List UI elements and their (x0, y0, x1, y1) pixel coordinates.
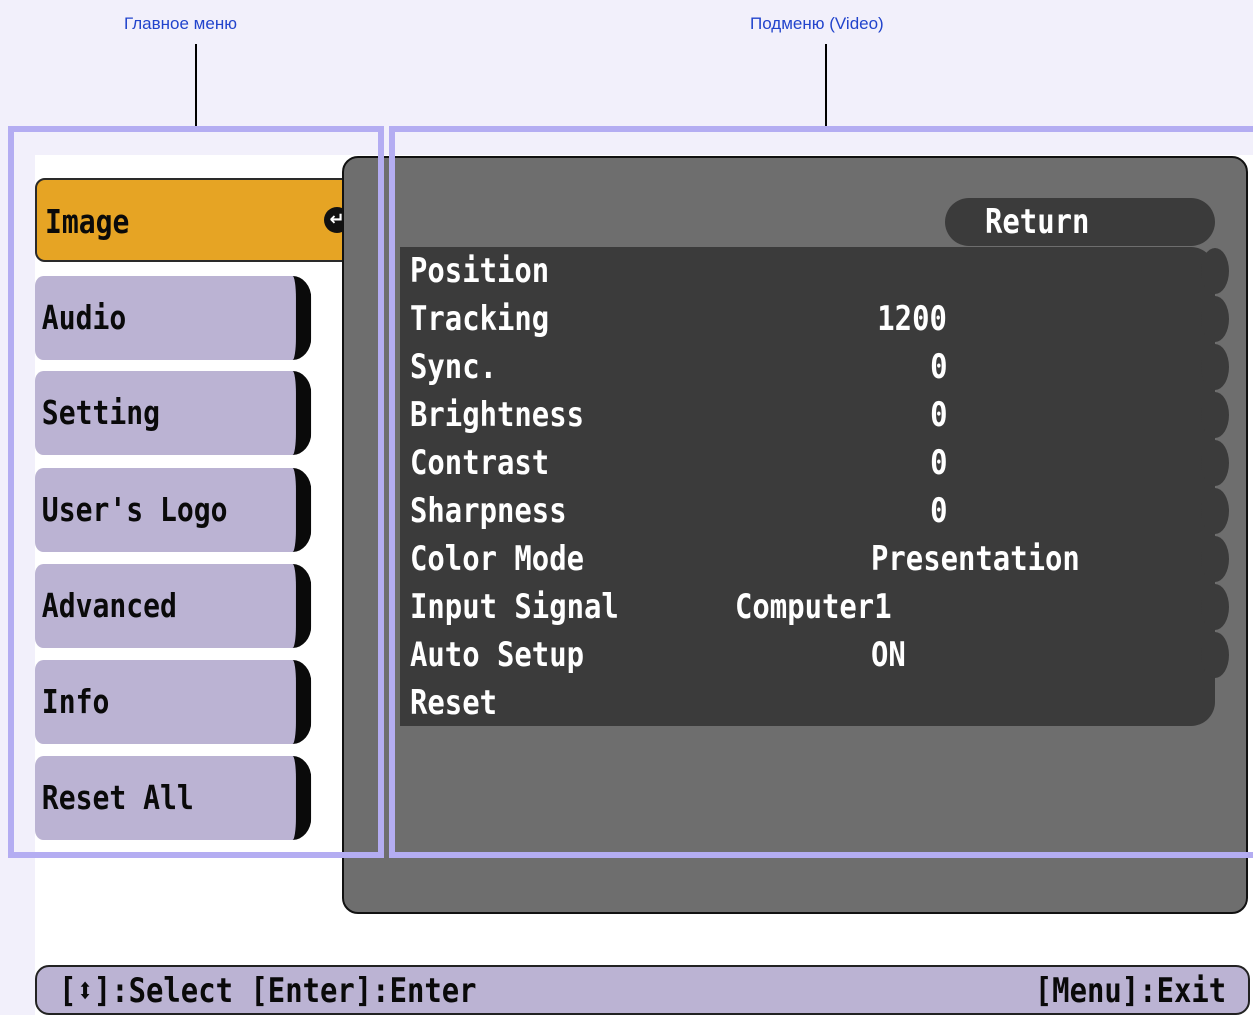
status-bar: [⬍]:Select [Enter]:Enter [Menu]:Exit (35, 965, 1250, 1015)
callout-line-main-menu (195, 44, 197, 126)
status-left-hint: [⬍]:Select [Enter]:Enter (59, 971, 477, 1011)
submenu-highlight (389, 126, 1253, 858)
callout-submenu: Подменю (Video) (750, 14, 884, 33)
callout-line-submenu (825, 44, 827, 126)
status-right-hint: [Menu]:Exit (1034, 971, 1226, 1011)
main-menu-highlight (8, 126, 384, 858)
callout-main-menu: Главное меню (124, 14, 237, 33)
